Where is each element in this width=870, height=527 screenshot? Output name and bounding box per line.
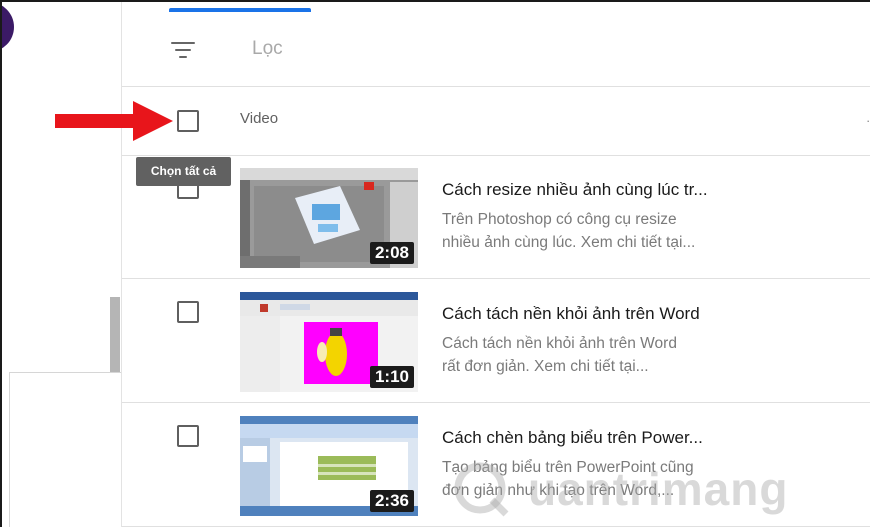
table-header: Video . xyxy=(122,86,870,156)
column-header-video: Video xyxy=(240,110,279,127)
video-thumbnail[interactable]: 2:36 xyxy=(240,416,418,516)
red-arrow-icon xyxy=(55,101,173,141)
description-line: Tạo bảng biểu trên PowerPoint cũng xyxy=(442,459,694,476)
row-checkbox[interactable] xyxy=(177,425,199,447)
description-line: đơn giản như khi tạo trên Word,... xyxy=(442,482,675,499)
video-title[interactable]: Cách tách nền khỏi ảnh trên Word xyxy=(442,304,700,324)
description-line: Trên Photoshop có công cụ resize xyxy=(442,211,677,228)
row-checkbox[interactable] xyxy=(177,301,199,323)
video-title[interactable]: Cách chèn bảng biểu trên Power... xyxy=(442,428,703,448)
video-description: Cách tách nền khỏi ảnh trên Word rất đơn… xyxy=(442,332,752,378)
select-all-checkbox[interactable] xyxy=(177,110,199,132)
table-row[interactable]: 2:36 Cách chèn bảng biểu trên Power... T… xyxy=(122,404,870,527)
left-sidebar xyxy=(0,0,121,527)
table-row[interactable]: 2:08 Cách resize nhiều ảnh cùng lúc tr..… xyxy=(122,156,870,279)
duration-badge: 1:10 xyxy=(369,366,414,388)
filter-icon[interactable] xyxy=(171,40,197,60)
video-thumbnail[interactable]: 1:10 xyxy=(240,292,418,392)
column-header-truncated: . xyxy=(866,110,870,125)
video-description: Tạo bảng biểu trên PowerPoint cũng đơn g… xyxy=(442,456,752,502)
description-line: rất đơn giản. Xem chi tiết tại... xyxy=(442,358,649,375)
video-description: Trên Photoshop có công cụ resize nhiều ả… xyxy=(442,208,752,254)
select-all-tooltip: Chọn tất cả xyxy=(136,157,231,186)
video-title[interactable]: Cách resize nhiều ảnh cùng lúc tr... xyxy=(442,180,708,200)
scrollbar[interactable] xyxy=(110,297,120,372)
filter-bar: Lọc xyxy=(122,12,870,87)
sidebar-divider xyxy=(10,372,121,373)
description-line: nhiều ảnh cùng lúc. Xem chi tiết tại... xyxy=(442,234,696,251)
video-thumbnail[interactable]: 2:08 xyxy=(240,168,418,268)
table-row[interactable]: 1:10 Cách tách nền khỏi ảnh trên Word Cá… xyxy=(122,280,870,403)
filter-input[interactable]: Lọc xyxy=(252,38,283,60)
duration-badge: 2:36 xyxy=(369,490,414,512)
avatar[interactable] xyxy=(0,2,14,52)
sidebar-frame-line xyxy=(9,372,10,527)
description-line: Cách tách nền khỏi ảnh trên Word xyxy=(442,335,677,352)
duration-badge: 2:08 xyxy=(369,242,414,264)
